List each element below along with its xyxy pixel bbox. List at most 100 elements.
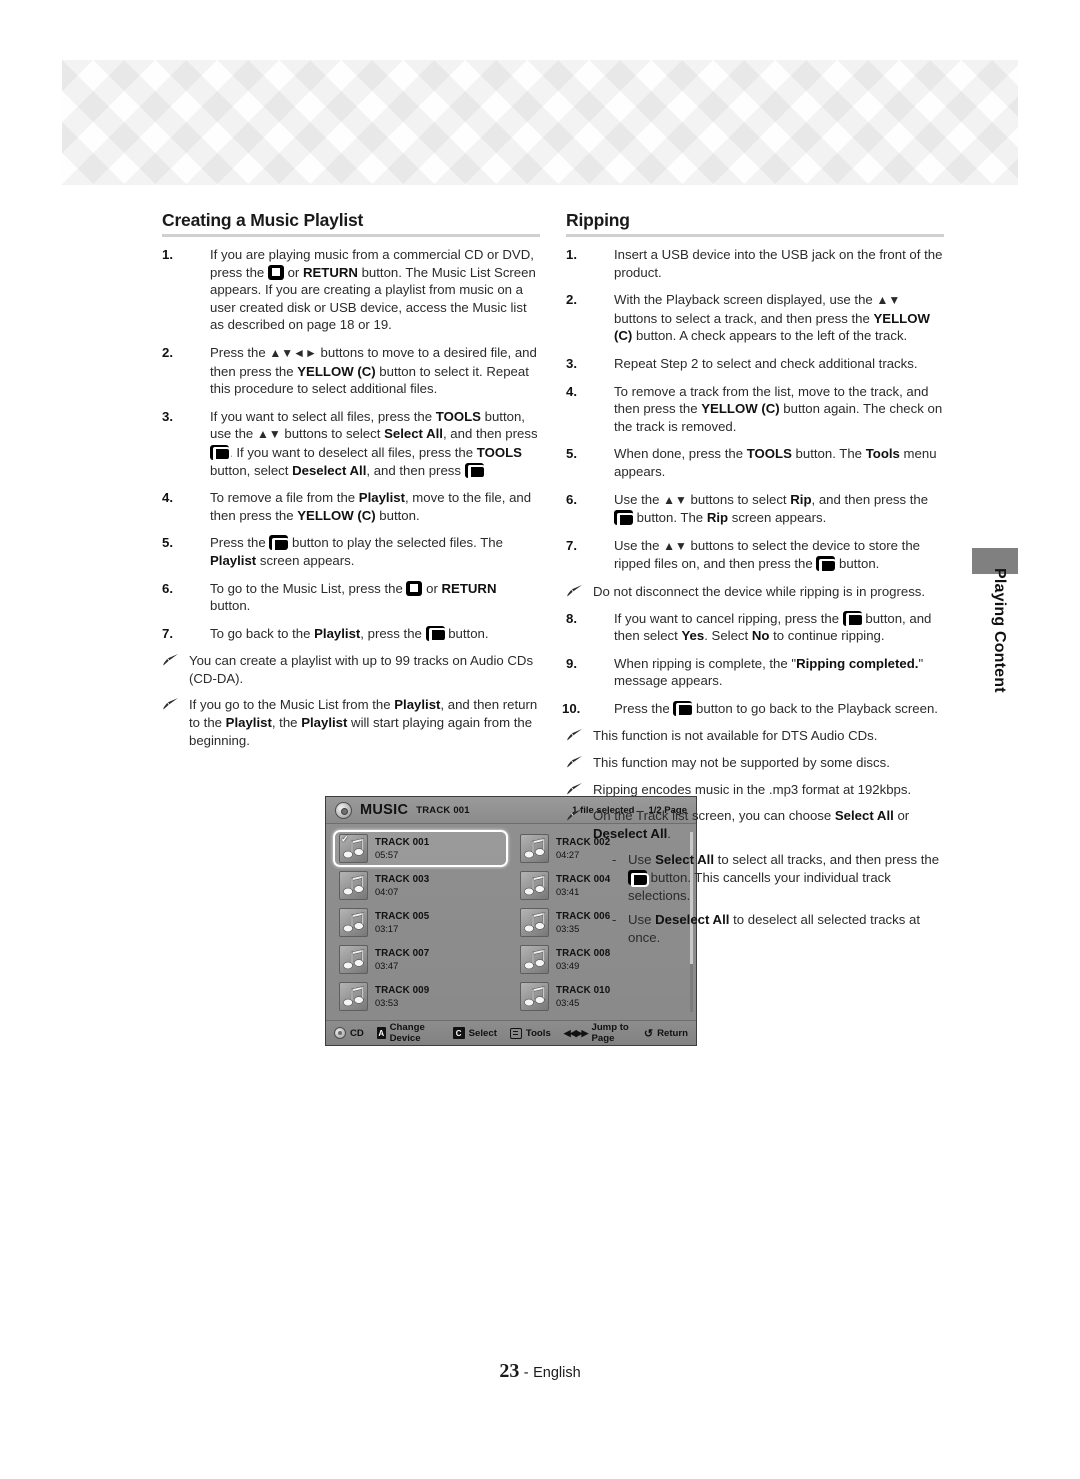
- left-column: Creating a Music Playlist 1. If you are p…: [162, 210, 697, 1046]
- music-note-icon: [520, 871, 549, 900]
- music-note-icon: [520, 982, 549, 1011]
- step-item: 1. Insert a USB device into the USB jack …: [566, 246, 944, 281]
- right-column: Ripping 1. Insert a USB device into the U…: [562, 210, 944, 953]
- footer-action-label: Tools: [525, 1027, 551, 1039]
- step-number: 4.: [162, 490, 173, 506]
- music-note-icon: [520, 834, 549, 863]
- music-note-icon: [520, 945, 549, 974]
- disc-icon: [334, 1027, 346, 1039]
- note-text: Do not disconnect the device while rippi…: [593, 583, 926, 599]
- step-text: Use the ▲▼ buttons to select the device …: [614, 537, 921, 573]
- checkmark-icon: ✓: [341, 834, 349, 844]
- step-number: 7.: [566, 537, 577, 553]
- footer-action[interactable]: ◀◀▶▶ Jump to Page: [564, 1022, 631, 1044]
- enter-key-icon: [614, 510, 635, 527]
- track-name: TRACK 003: [375, 874, 430, 885]
- step-item: 6. Use the ▲▼ buttons to select Rip, and …: [566, 491, 944, 527]
- page-title-creating-playlist: Creating a Music Playlist: [162, 210, 364, 230]
- step-text: Repeat Step 2 to select and check additi…: [614, 355, 918, 371]
- footer-action-label: Return: [657, 1027, 688, 1039]
- music-note-icon: [339, 945, 368, 974]
- stop-key-icon: [406, 580, 423, 596]
- page-footer: 23 - English: [0, 1360, 1080, 1383]
- track-item[interactable]: TRACK 005 03:17: [333, 904, 508, 941]
- page-separator: -: [523, 1365, 529, 1381]
- step-item: 9. When ripping is complete, the "Ripping…: [566, 655, 944, 690]
- step-number: 8.: [566, 610, 577, 626]
- page-language: English: [533, 1365, 581, 1381]
- track-name: TRACK 009: [375, 985, 430, 996]
- sub-note-text: Use Select All to select all tracks, and…: [628, 852, 940, 903]
- note-item: You can create a playlist with up to 99 …: [162, 652, 540, 687]
- footer-action[interactable]: Tools: [509, 1027, 551, 1039]
- note-pencil-icon: [566, 584, 583, 597]
- note-item: This function may not be supported by so…: [566, 754, 944, 772]
- track-duration: 03:47: [375, 961, 399, 971]
- track-item[interactable]: TRACK 010 03:45: [514, 978, 689, 1015]
- step-number: 1.: [566, 247, 577, 262]
- track-name: TRACK 001: [375, 837, 430, 848]
- jump-arrows-icon: ◀◀▶▶: [563, 1027, 589, 1038]
- step-number: 4.: [566, 383, 577, 399]
- step-text: When ripping is complete, the "Ripping c…: [614, 655, 924, 689]
- step-number: 3.: [162, 408, 173, 424]
- footer-action-label: Jump to Page: [591, 1022, 629, 1044]
- footer-action[interactable]: ↺ Return: [644, 1027, 688, 1040]
- enter-key-icon: [269, 535, 291, 552]
- music-screen-current-track: TRACK 001: [416, 804, 470, 816]
- creating-playlist-steps-2: 4. To remove a file from the Playlist, mo…: [162, 489, 540, 643]
- note-pencil-icon: [566, 755, 583, 768]
- note-text: This function is not available for DTS A…: [593, 728, 878, 744]
- music-screen-footer-bar: CD A Change Device C Select Tools ◀◀▶▶ Jump to …: [326, 1020, 696, 1045]
- decorative-header-pattern: [62, 60, 1018, 185]
- step-text: To go back to the Playlist, press the bu…: [210, 625, 489, 643]
- disc-icon: [335, 801, 352, 819]
- step-number: 1.: [162, 247, 173, 262]
- track-name: TRACK 005: [375, 911, 430, 922]
- enter-key-icon: [842, 610, 864, 627]
- button-a-icon: A: [376, 1027, 386, 1039]
- step-item: 1. If you are playing music from a commer…: [162, 246, 540, 334]
- footer-action-label: Select: [468, 1027, 497, 1039]
- step-number: 2.: [162, 344, 173, 360]
- ripping-sub-notes: - Use Select All to select all tracks, an…: [566, 851, 944, 946]
- step-text: If you want to select all files, press t…: [210, 408, 538, 480]
- sub-note-item: - Use Deselect All to deselect all select…: [566, 911, 944, 946]
- step-item: 7. To go back to the Playlist, press the …: [162, 625, 540, 643]
- step-number: 10.: [562, 700, 581, 716]
- step-text: To go to the Music List, press the or RE…: [210, 580, 497, 614]
- enter-key-icon: [673, 700, 695, 718]
- page-title-ripping: Ripping: [566, 210, 630, 230]
- track-duration: 05:57: [375, 850, 399, 860]
- step-text: Insert a USB device into the USB jack on…: [614, 247, 943, 280]
- enter-key-icon: [425, 625, 447, 643]
- footer-action[interactable]: A Change Device: [376, 1022, 440, 1044]
- track-item[interactable]: TRACK 007 03:47: [333, 941, 508, 978]
- note-text: This function may not be supported by so…: [593, 755, 890, 771]
- step-number: 2.: [566, 292, 577, 308]
- step-number: 6.: [566, 491, 577, 507]
- track-item[interactable]: TRACK 003 04:07: [333, 867, 508, 904]
- track-item[interactable]: ✓ TRACK 001 05:57: [333, 830, 508, 867]
- step-number: 5.: [566, 446, 577, 462]
- return-icon: ↺: [643, 1027, 654, 1040]
- step-item: 7. Use the ▲▼ buttons to select the devic…: [566, 537, 944, 573]
- footer-action-label: Change Device: [389, 1022, 425, 1044]
- music-note-icon: ✓: [339, 834, 368, 863]
- note-pencil-icon: [162, 697, 179, 710]
- tools-icon: [509, 1027, 522, 1039]
- step-text: When done, press the TOOLS button. The T…: [614, 446, 937, 479]
- step-text: If you are playing music from a commerci…: [210, 247, 536, 333]
- track-item[interactable]: TRACK 009 03:53: [333, 978, 508, 1015]
- enter-key-icon: [464, 462, 486, 480]
- footer-action[interactable]: C Select: [452, 1027, 497, 1039]
- enter-key-icon: [628, 870, 649, 887]
- footer-action[interactable]: CD: [334, 1027, 364, 1039]
- creating-playlist-notes: You can create a playlist with up to 99 …: [162, 652, 540, 749]
- step-text: To remove a file from the Playlist, move…: [210, 490, 532, 523]
- step-number: 7.: [162, 625, 173, 641]
- step-item: 6. To go to the Music List, press the or …: [162, 580, 540, 615]
- enter-key-icon: [816, 556, 838, 573]
- music-note-icon: [520, 908, 549, 937]
- step-item: 2. With the Playback screen displayed, us…: [566, 291, 944, 345]
